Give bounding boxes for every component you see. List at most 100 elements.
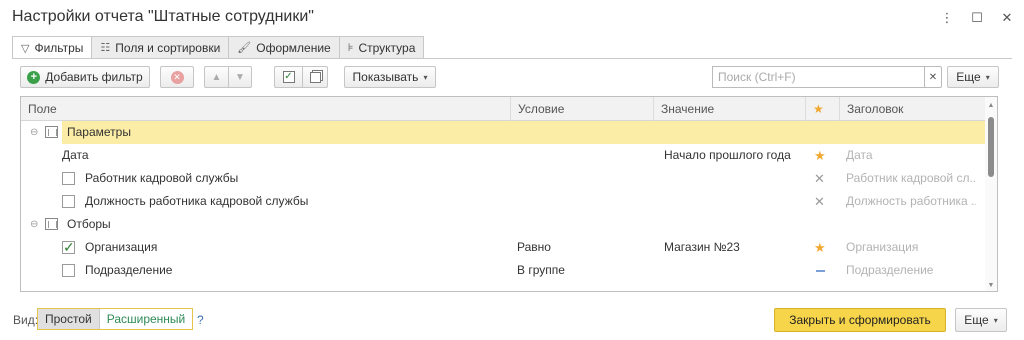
footer-more-button[interactable]: Еще ▾ [955,308,1007,332]
tab-label: Поля и сортировки [115,40,221,55]
row-checkbox[interactable] [62,195,75,208]
view-label: Вид: [13,313,39,327]
dropdown-arrow-icon: ▾ [423,72,428,82]
field-label: Работник кадровой службы [85,171,239,185]
caption-cell[interactable]: Должность работника ... [846,190,976,213]
selection-highlight [62,121,986,144]
delete-button[interactable]: ✕ [160,66,194,88]
close-icon[interactable]: ✕ [1000,10,1014,26]
tab-filters[interactable]: ▽ Фильтры [12,36,93,59]
filters-folder-icon [45,218,58,230]
view-simple-option[interactable]: Простой [38,309,100,329]
table-row[interactable]: Организация Равно Магазин №23 ★ Организа… [21,236,986,259]
plus-icon: + [27,70,41,84]
column-header-field[interactable]: Поле [21,97,511,121]
table-row[interactable]: ⊖ Отборы [21,213,986,236]
column-header-value[interactable]: Значение [653,97,805,121]
tab-label: Фильтры [34,41,84,55]
scroll-thumb[interactable] [988,117,994,177]
tab-fields-sorting[interactable]: ☷ Поля и сортировки [91,36,230,58]
add-filter-button[interactable]: + Добавить фильтр [20,66,150,88]
structure-icon: ⊧ [347,42,354,54]
tab-structure[interactable]: ⊧ Структура [338,36,425,58]
condition-cell[interactable]: Равно [517,236,551,259]
close-icon: ✕ [928,71,938,83]
column-header-star-icon[interactable]: ★ [805,97,839,121]
filters-table: Поле Условие Значение ★ Заголовок ⊖ Пара… [20,96,998,292]
caption-cell[interactable]: Дата [846,144,976,167]
arrow-down-icon: ▼ [235,71,245,83]
caption-cell[interactable]: Работник кадровой сл... [846,167,976,190]
view-mode-switch: Простой Расширенный [37,308,194,330]
tab-appearance[interactable]: 🖌 Оформление [228,36,340,58]
x-icon[interactable]: ✕ [814,190,825,213]
brush-icon: 🖌 [237,42,252,54]
table-header: Поле Условие Значение ★ Заголовок [21,97,986,121]
more-button[interactable]: Еще ▾ [947,66,999,88]
clear-search-button[interactable]: ✕ [924,66,942,88]
move-up-button[interactable]: ▲ [204,66,228,88]
uncheck-all-button[interactable] [302,66,328,88]
row-checkbox[interactable] [62,172,75,185]
field-label: Организация [85,240,158,254]
group-label: Параметры [67,125,131,139]
column-header-caption[interactable]: Заголовок [839,97,986,121]
table-row[interactable]: Работник кадровой службы ✕ Работник кадр… [21,167,986,190]
close-and-generate-button[interactable]: Закрыть и сформировать [774,308,946,332]
x-icon[interactable]: ✕ [814,167,825,190]
tab-bar: ▽ Фильтры ☷ Поля и сортировки 🖌 Оформлен… [12,36,425,59]
dropdown-arrow-icon: ▾ [985,72,990,82]
group-label: Отборы [67,217,111,231]
more-icon[interactable]: ⋮ [940,10,954,26]
window-controls: ⋮ ☐ ✕ [940,10,1014,26]
table-row[interactable]: Подразделение В группе Подразделение [21,259,986,282]
more-label: Еще [956,70,981,84]
table-row[interactable]: Дата Начало прошлого года ★ Дата [21,144,986,167]
table-row[interactable]: Должность работника кадровой службы ✕ До… [21,190,986,213]
arrow-up-icon: ▲ [211,71,222,83]
footer: Вид: Простой Расширенный ? Закрыть и сфо… [0,308,1024,332]
more-label: Еще [964,313,989,327]
move-down-button[interactable]: ▼ [228,66,252,88]
field-label: Подразделение [85,263,173,277]
check-all-icon: ✓ [282,71,295,83]
tab-label: Оформление [256,40,331,55]
dropdown-arrow-icon: ▾ [993,315,998,325]
field-label: Дата [62,148,89,162]
add-filter-label: Добавить фильтр [45,70,143,84]
uncheck-all-icon [309,71,321,83]
caption-cell[interactable]: Организация [846,236,976,259]
toolbar: + Добавить фильтр ✕ ▲ ▼ ✓ Показывать ▾ ✕… [20,66,1006,88]
parameters-folder-icon [45,126,58,138]
maximize-icon[interactable]: ☐ [970,10,984,26]
columns-icon: ☷ [100,42,111,54]
filter-icon: ▽ [21,42,30,55]
check-all-button[interactable]: ✓ [274,66,302,88]
star-icon[interactable]: ★ [814,236,826,259]
table-row[interactable]: ⊖ Параметры [21,121,986,144]
delete-icon: ✕ [170,70,184,84]
dash-icon[interactable] [816,270,825,272]
tab-divider [12,58,1012,59]
row-checkbox[interactable] [62,239,75,256]
help-icon[interactable]: ? [197,313,204,327]
scroll-down-icon[interactable]: ▼ [985,282,997,289]
field-label: Должность работника кадровой службы [85,194,309,208]
search-input[interactable] [712,66,940,88]
caption-cell[interactable]: Подразделение [846,259,976,282]
star-icon[interactable]: ★ [814,144,826,167]
row-checkbox[interactable] [62,264,75,277]
view-advanced-option[interactable]: Расширенный [100,309,193,329]
window-title: Настройки отчета "Штатные сотрудники" [12,8,314,25]
scroll-up-icon[interactable]: ▲ [985,102,997,109]
show-label: Показывать [352,70,419,84]
value-cell[interactable]: Магазин №23 [664,236,740,259]
collapse-icon[interactable]: ⊖ [30,121,38,144]
column-header-condition[interactable]: Условие [510,97,653,121]
show-dropdown[interactable]: Показывать ▾ [344,66,436,88]
collapse-icon[interactable]: ⊖ [30,213,38,236]
value-cell[interactable]: Начало прошлого года [664,144,791,167]
vertical-scrollbar[interactable]: ▲ ▼ [985,97,997,291]
tab-label: Структура [358,40,416,55]
condition-cell[interactable]: В группе [517,259,565,282]
